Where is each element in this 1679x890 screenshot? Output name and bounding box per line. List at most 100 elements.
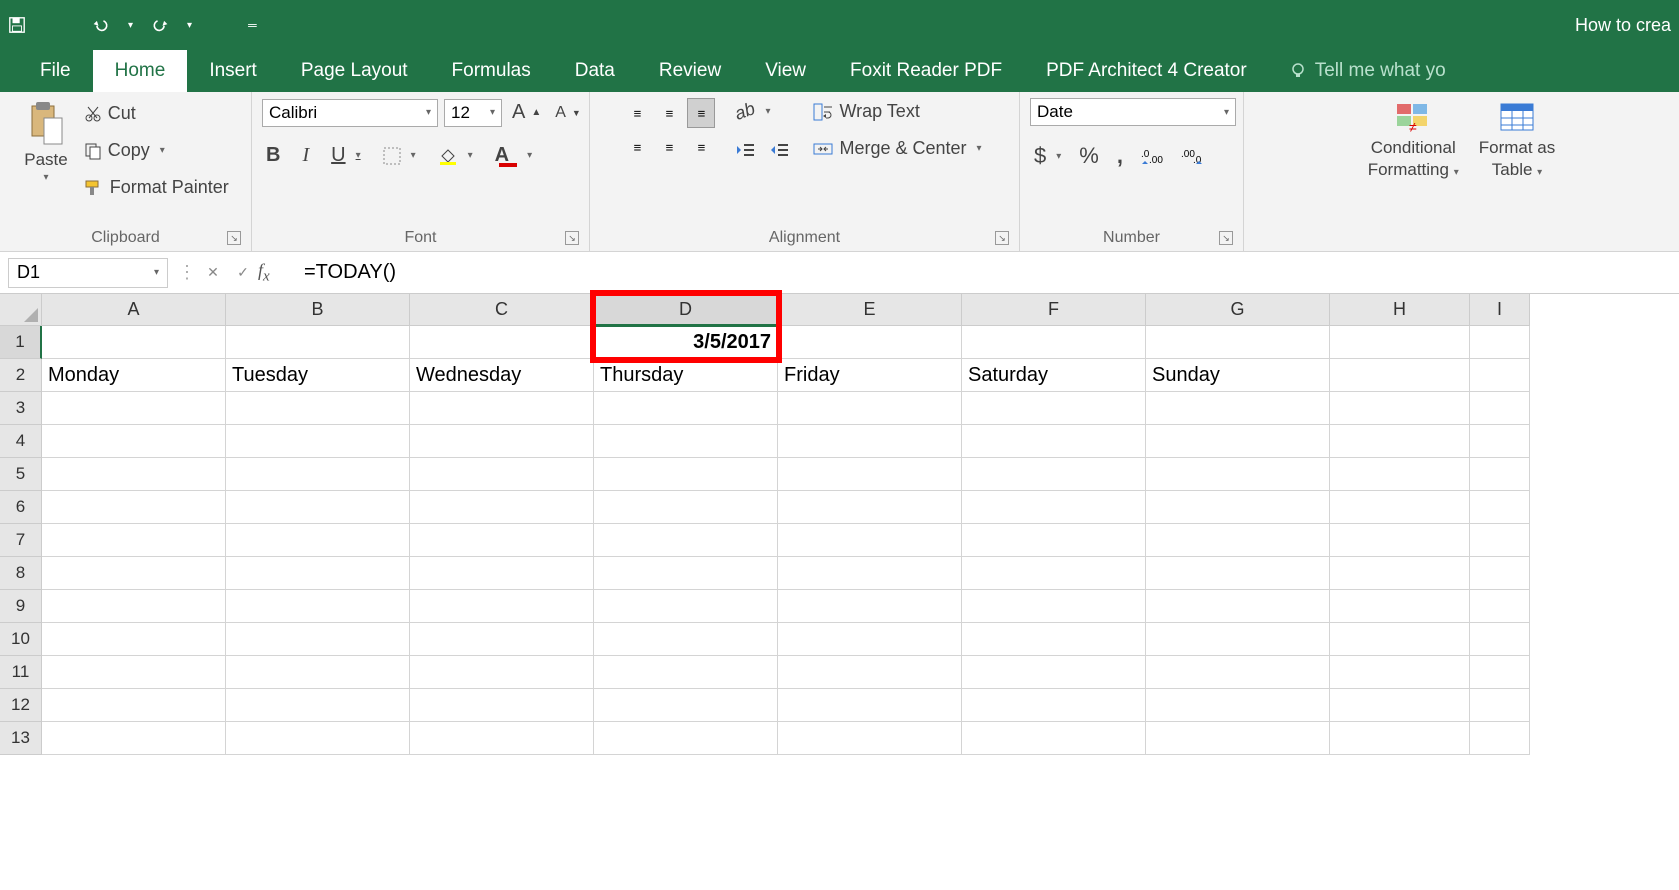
cell-H8[interactable] <box>1330 557 1470 590</box>
align-center-button[interactable]: ≡ <box>655 132 683 162</box>
col-header-H[interactable]: H <box>1330 294 1470 326</box>
cell-H6[interactable] <box>1330 491 1470 524</box>
row-header-7[interactable]: 7 <box>0 524 42 557</box>
cell-B4[interactable] <box>226 425 410 458</box>
cell-H4[interactable] <box>1330 425 1470 458</box>
cell-D13[interactable] <box>594 722 778 755</box>
orientation-button[interactable]: ab <box>731 98 793 125</box>
select-all-corner[interactable] <box>0 294 42 326</box>
font-color-button[interactable]: A <box>491 141 536 170</box>
cell-B11[interactable] <box>226 656 410 689</box>
cell-E4[interactable] <box>778 425 962 458</box>
cell-H9[interactable] <box>1330 590 1470 623</box>
row-header-13[interactable]: 13 <box>0 722 42 755</box>
cell-B2[interactable]: Tuesday <box>226 359 410 392</box>
cell-H13[interactable] <box>1330 722 1470 755</box>
qat-customize[interactable]: ═ <box>248 18 257 32</box>
tab-review[interactable]: Review <box>637 50 743 92</box>
col-header-F[interactable]: F <box>962 294 1146 326</box>
cell-A9[interactable] <box>42 590 226 623</box>
cell-A5[interactable] <box>42 458 226 491</box>
increase-font-button[interactable]: A▲ <box>508 98 545 127</box>
cell-F1[interactable] <box>962 326 1146 359</box>
cell-A7[interactable] <box>42 524 226 557</box>
cell-I1[interactable] <box>1470 326 1530 359</box>
decrease-decimal-button[interactable]: .00.0 <box>1177 144 1207 168</box>
row-header-6[interactable]: 6 <box>0 491 42 524</box>
row-header-5[interactable]: 5 <box>0 458 42 491</box>
cell-D5[interactable] <box>594 458 778 491</box>
row-header-9[interactable]: 9 <box>0 590 42 623</box>
redo-icon[interactable] <box>151 16 169 34</box>
cell-G5[interactable] <box>1146 458 1330 491</box>
row-header-10[interactable]: 10 <box>0 623 42 656</box>
cell-D2[interactable]: Thursday <box>594 359 778 392</box>
conditional-formatting-button[interactable]: ≠ Conditional Formatting ▾ <box>1362 98 1465 182</box>
col-header-C[interactable]: C <box>410 294 594 326</box>
col-header-G[interactable]: G <box>1146 294 1330 326</box>
tab-pdfarchitect[interactable]: PDF Architect 4 Creator <box>1024 50 1269 92</box>
accounting-format-button[interactable]: $ <box>1030 140 1065 172</box>
decrease-indent-button[interactable] <box>731 139 759 161</box>
tab-data[interactable]: Data <box>553 50 637 92</box>
cell-E5[interactable] <box>778 458 962 491</box>
cell-A11[interactable] <box>42 656 226 689</box>
cell-B7[interactable] <box>226 524 410 557</box>
cell-D9[interactable] <box>594 590 778 623</box>
cell-C2[interactable]: Wednesday <box>410 359 594 392</box>
align-middle-button[interactable]: ≡ <box>655 98 683 128</box>
undo-dropdown[interactable]: ▾ <box>128 20 133 31</box>
cell-B1[interactable] <box>226 326 410 359</box>
cell-H1[interactable] <box>1330 326 1470 359</box>
cell-A2[interactable]: Monday <box>42 359 226 392</box>
cell-E11[interactable] <box>778 656 962 689</box>
col-header-E[interactable]: E <box>778 294 962 326</box>
row-header-4[interactable]: 4 <box>0 425 42 458</box>
cell-B12[interactable] <box>226 689 410 722</box>
cell-F12[interactable] <box>962 689 1146 722</box>
cell-B8[interactable] <box>226 557 410 590</box>
cell-F4[interactable] <box>962 425 1146 458</box>
cell-F3[interactable] <box>962 392 1146 425</box>
cell-E12[interactable] <box>778 689 962 722</box>
cell-C1[interactable] <box>410 326 594 359</box>
borders-button[interactable] <box>379 144 420 168</box>
copy-button[interactable]: Copy <box>80 137 233 164</box>
row-header-11[interactable]: 11 <box>0 656 42 689</box>
cell-G11[interactable] <box>1146 656 1330 689</box>
row-header-8[interactable]: 8 <box>0 557 42 590</box>
cell-A1[interactable] <box>42 326 226 359</box>
cell-D11[interactable] <box>594 656 778 689</box>
cell-H5[interactable] <box>1330 458 1470 491</box>
cell-A10[interactable] <box>42 623 226 656</box>
cell-C11[interactable] <box>410 656 594 689</box>
undo-icon[interactable] <box>92 16 110 34</box>
cell-G4[interactable] <box>1146 425 1330 458</box>
cell-D12[interactable] <box>594 689 778 722</box>
cell-I6[interactable] <box>1470 491 1530 524</box>
col-header-A[interactable]: A <box>42 294 226 326</box>
align-left-button[interactable]: ≡ <box>623 132 651 162</box>
underline-button[interactable]: U <box>327 141 364 170</box>
cell-E8[interactable] <box>778 557 962 590</box>
cell-G12[interactable] <box>1146 689 1330 722</box>
cell-I8[interactable] <box>1470 557 1530 590</box>
cell-A3[interactable] <box>42 392 226 425</box>
cell-G6[interactable] <box>1146 491 1330 524</box>
cell-F6[interactable] <box>962 491 1146 524</box>
cell-H3[interactable] <box>1330 392 1470 425</box>
cell-C3[interactable] <box>410 392 594 425</box>
cell-E2[interactable]: Friday <box>778 359 962 392</box>
cell-E10[interactable] <box>778 623 962 656</box>
cell-G7[interactable] <box>1146 524 1330 557</box>
format-painter-button[interactable]: Format Painter <box>80 174 233 201</box>
font-name-combo[interactable]: Calibri▾ <box>262 99 438 127</box>
font-launcher[interactable]: ↘ <box>565 231 579 245</box>
row-header-1[interactable]: 1 <box>0 326 42 359</box>
cell-I11[interactable] <box>1470 656 1530 689</box>
cell-C5[interactable] <box>410 458 594 491</box>
redo-dropdown[interactable]: ▾ <box>187 20 192 31</box>
cell-B5[interactable] <box>226 458 410 491</box>
cell-C8[interactable] <box>410 557 594 590</box>
percent-button[interactable]: % <box>1075 140 1103 172</box>
